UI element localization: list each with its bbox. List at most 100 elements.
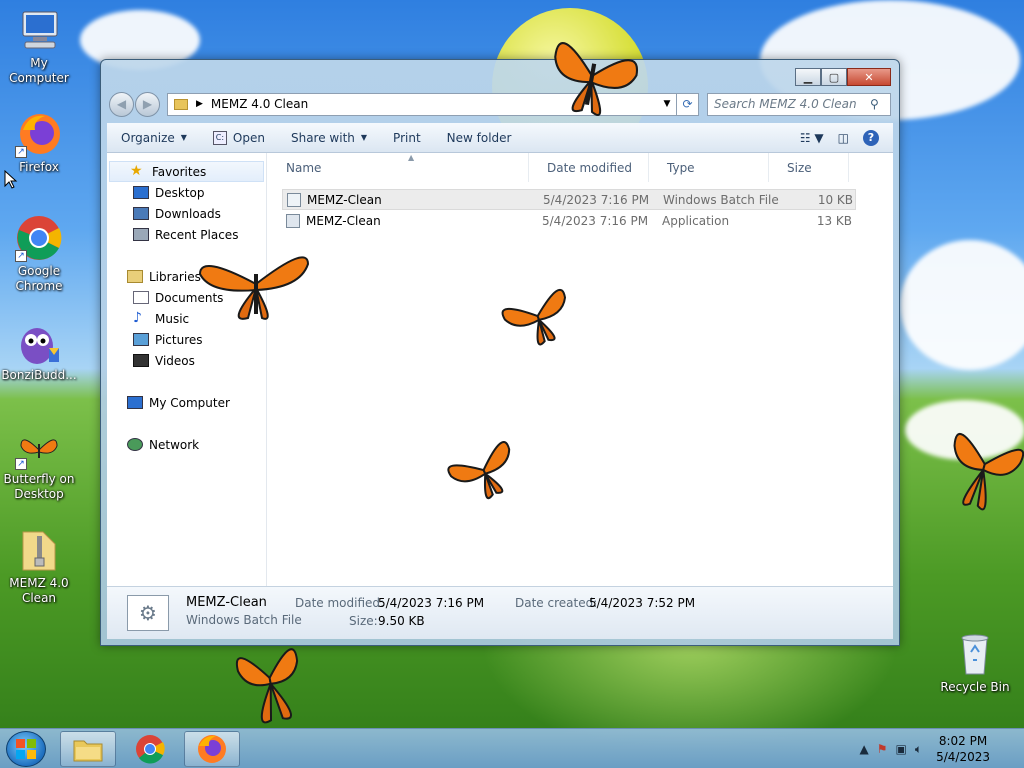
breadcrumb-chevron-icon[interactable]: ▶: [196, 99, 203, 109]
details-label: Date modified:: [295, 596, 385, 610]
butterfly-icon: [198, 256, 310, 320]
nav-label: My Computer: [149, 395, 230, 410]
start-button[interactable]: [6, 731, 46, 767]
shortcut-arrow-icon: ↗: [15, 146, 27, 158]
desktop-icon-butterfly[interactable]: ↗ Butterfly on Desktop: [0, 430, 78, 502]
search-icon[interactable]: ⚲: [870, 97, 890, 111]
column-label: Date modified: [547, 160, 633, 175]
address-dropdown-icon[interactable]: ▼: [658, 99, 676, 109]
network-status-icon[interactable]: ▣: [896, 742, 907, 756]
pictures-icon: [133, 333, 149, 346]
desktop-icon-chrome[interactable]: ↗ Google Chrome: [0, 214, 78, 294]
desktop-icon-label: Recycle Bin: [940, 680, 1010, 694]
recycle-bin-icon: [951, 630, 999, 678]
clock[interactable]: 8:02 PM 5/4/2023: [936, 733, 990, 765]
help-icon[interactable]: ?: [863, 129, 879, 146]
column-label: Name: [286, 160, 322, 175]
organize-label: Organize: [121, 130, 175, 145]
search-input[interactable]: Search MEMZ 4.0 Clean ⚲: [707, 92, 891, 116]
show-hidden-icons-button[interactable]: ▲: [860, 742, 869, 756]
clock-time: 8:02 PM: [938, 734, 988, 748]
share-with-button[interactable]: Share with ▼: [291, 131, 367, 145]
forward-button[interactable]: ▶: [135, 91, 160, 117]
nav-recent-places[interactable]: Recent Places: [107, 224, 266, 245]
file-name: MEMZ-Clean: [307, 192, 382, 207]
nav-label: Pictures: [155, 332, 203, 347]
content-area: ★ Favorites Desktop Downloads Recent Plac…: [107, 153, 893, 586]
close-button[interactable]: ✕: [847, 68, 891, 86]
nav-pictures[interactable]: Pictures: [107, 329, 266, 350]
nav-favorites[interactable]: ★ Favorites: [109, 161, 264, 182]
computer-icon: [15, 6, 63, 54]
details-pane: ⚙ MEMZ-Clean Windows Batch File Date mod…: [107, 586, 893, 639]
butterfly-icon: [554, 42, 639, 117]
details-date-created: 5/4/2023 7:52 PM: [589, 596, 696, 610]
firefox-icon: ↗: [15, 110, 63, 158]
desktop-icon-memz-folder[interactable]: MEMZ 4.0 Clean: [0, 526, 78, 606]
nav-videos[interactable]: Videos: [107, 350, 266, 371]
column-size[interactable]: Size: [769, 153, 849, 182]
chevron-down-icon: ▼: [180, 133, 187, 142]
file-date: 5/4/2023 7:16 PM: [542, 213, 649, 228]
breadcrumb-current[interactable]: MEMZ 4.0 Clean: [211, 97, 308, 111]
firefox-icon: [198, 735, 226, 763]
open-label: Open: [232, 130, 265, 145]
nav-my-computer[interactable]: My Computer: [107, 392, 266, 413]
volume-icon[interactable]: 🔈︎: [915, 742, 922, 757]
folder-icon: [73, 740, 103, 762]
desktop-icon-bonzibuddy[interactable]: BonziBudd...: [0, 318, 78, 383]
desktop-icon-label: Firefox: [19, 160, 59, 174]
view-options-icon[interactable]: ☷ ▼: [800, 131, 824, 145]
desktop-icon: [133, 186, 149, 199]
batch-file-icon: ⚙: [127, 595, 169, 631]
column-name[interactable]: Name: [268, 153, 529, 182]
file-type: Application: [662, 213, 730, 228]
file-date: 5/4/2023 7:16 PM: [543, 192, 650, 207]
taskbar-chrome-button[interactable]: [122, 731, 178, 767]
taskbar-firefox-button[interactable]: [184, 731, 240, 767]
preview-pane-icon[interactable]: ◫: [838, 131, 849, 145]
file-row[interactable]: MEMZ-Clean 5/4/2023 7:16 PM Application …: [282, 210, 856, 231]
desktop-icon-my-computer[interactable]: My Computer: [0, 6, 78, 86]
print-button[interactable]: Print: [393, 131, 421, 145]
nav-downloads[interactable]: Downloads: [107, 203, 266, 224]
shortcut-arrow-icon: ↗: [15, 458, 27, 470]
details-size: 9.50 KB: [378, 614, 425, 628]
nav-network[interactable]: Network: [107, 434, 266, 455]
file-row[interactable]: MEMZ-Clean 5/4/2023 7:16 PM Windows Batc…: [282, 189, 856, 210]
nav-label: Downloads: [155, 206, 221, 221]
back-button[interactable]: ◀: [109, 91, 134, 117]
file-type: Windows Batch File: [663, 192, 779, 207]
taskbar-explorer-button[interactable]: [60, 731, 116, 767]
downloads-icon: [133, 207, 149, 220]
application-icon: [286, 213, 300, 228]
column-type[interactable]: Type: [649, 153, 769, 182]
organize-button[interactable]: Organize ▼: [121, 131, 187, 145]
desktop-icon-recycle-bin[interactable]: Recycle Bin: [936, 630, 1014, 695]
chrome-icon: [136, 735, 165, 764]
open-button[interactable]: C: Open: [212, 130, 265, 145]
file-size: 13 KB: [816, 213, 852, 228]
maximize-button[interactable]: ▢: [821, 68, 847, 86]
nav-label: Desktop: [155, 185, 205, 200]
share-with-label: Share with: [290, 130, 355, 145]
minimize-button[interactable]: ▁: [795, 68, 821, 86]
desktop-icon-firefox[interactable]: ↗ Firefox: [0, 110, 78, 175]
batch-file-icon: [287, 192, 301, 207]
network-icon: [127, 438, 143, 451]
navigation-pane: ★ Favorites Desktop Downloads Recent Plac…: [107, 153, 267, 586]
desktop-icon-label: Butterfly on Desktop: [3, 472, 75, 501]
file-list[interactable]: ▲ Name Date modified Type Size MEMZ-Clea…: [268, 153, 893, 586]
sort-arrow-icon: ▲: [408, 153, 415, 162]
desktop-icon-label: Google Chrome: [15, 264, 63, 293]
action-center-icon[interactable]: ⚑: [877, 742, 888, 756]
nav-desktop[interactable]: Desktop: [107, 182, 266, 203]
column-date-modified[interactable]: Date modified: [529, 153, 649, 182]
zip-folder-icon: [15, 526, 63, 574]
nav-label: Music: [155, 311, 190, 326]
refresh-button[interactable]: ⟳: [677, 92, 699, 116]
bonzibuddy-icon: [15, 318, 63, 366]
chevron-down-icon: ▼: [360, 133, 368, 142]
desktop-icon-label: My Computer: [9, 56, 69, 85]
new-folder-button[interactable]: New folder: [447, 131, 512, 145]
